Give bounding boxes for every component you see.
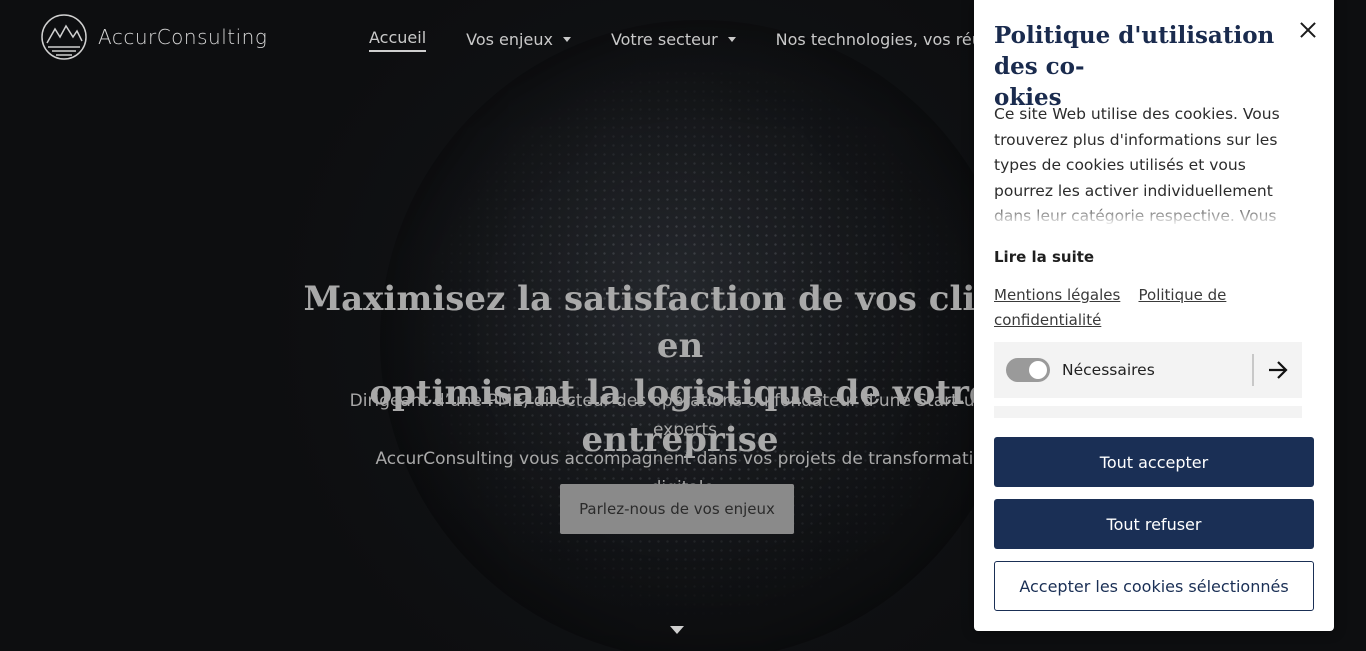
arrow-right-icon[interactable] bbox=[1266, 359, 1290, 381]
nav-votre-secteur[interactable]: Votre secteur bbox=[611, 30, 736, 49]
accept-selected-button[interactable]: Accepter les cookies sélectionnés bbox=[994, 561, 1314, 611]
nav-votre-secteur-label: Votre secteur bbox=[610, 29, 718, 49]
cookie-description-scroll[interactable]: Ce site Web utilise des cookies. Vous tr… bbox=[994, 102, 1302, 224]
refuse-all-button[interactable]: Tout refuser bbox=[994, 499, 1314, 549]
cookie-title: Politique d'utilisation des co- okies bbox=[994, 22, 1275, 111]
mountain-logo-icon bbox=[41, 14, 87, 60]
cookie-category-list-continuation bbox=[994, 406, 1302, 418]
scroll-down-icon[interactable] bbox=[670, 626, 684, 634]
read-more-link[interactable]: Lire la suite bbox=[994, 248, 1094, 266]
chevron-down-icon bbox=[727, 36, 736, 42]
contact-cta-button[interactable]: Parlez-nous de vos enjeux bbox=[560, 484, 794, 534]
legal-notice-link[interactable]: Mentions légales bbox=[994, 286, 1120, 304]
accept-all-button[interactable]: Tout accepter bbox=[994, 437, 1314, 487]
brand-name: AccurConsulting bbox=[98, 25, 268, 49]
cookie-consent-panel: Politique d'utilisation des co- okies Ce… bbox=[974, 0, 1334, 631]
cookie-category-necessary: Nécessaires bbox=[994, 342, 1302, 398]
nav-vos-enjeux-label: Vos enjeux bbox=[466, 29, 553, 49]
text-fade bbox=[994, 202, 1302, 224]
nav-accueil[interactable]: Accueil bbox=[369, 28, 427, 52]
legal-links: Mentions légales Politique de confidenti… bbox=[994, 283, 1294, 333]
logo[interactable]: AccurConsulting bbox=[40, 14, 267, 60]
cookie-category-label: Nécessaires bbox=[1062, 361, 1155, 379]
necessary-toggle[interactable] bbox=[1006, 358, 1050, 382]
divider bbox=[1252, 354, 1254, 386]
nav-vos-enjeux[interactable]: Vos enjeux bbox=[466, 30, 571, 49]
main-nav: Accueil Vos enjeux Votre secteur Nos tec… bbox=[369, 26, 1067, 52]
chevron-down-icon bbox=[562, 36, 571, 42]
